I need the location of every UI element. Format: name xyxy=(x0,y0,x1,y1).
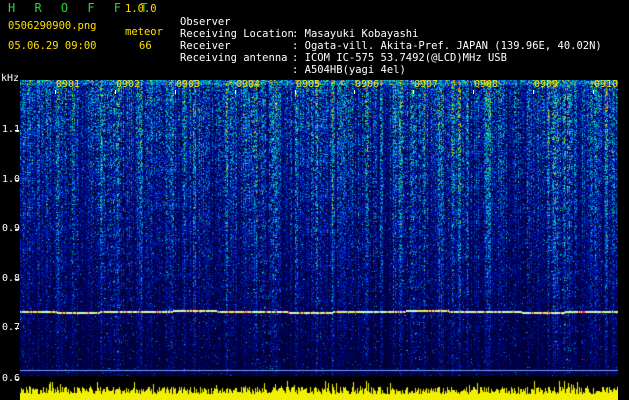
y-tick-mark xyxy=(15,180,19,181)
datetime-label: 05.06.29 09:00 xyxy=(8,40,97,52)
y-axis-unit: kHz xyxy=(1,73,20,84)
x-tick-label: 0910 xyxy=(594,79,619,90)
x-tick-mark xyxy=(235,90,236,94)
x-tick-label: 0908 xyxy=(474,79,499,90)
header-panel: H R O F F T 1.0.0 0506290900.png meteor … xyxy=(0,0,629,76)
y-tick-mark xyxy=(15,328,19,329)
info-key: Receiving antenna xyxy=(180,52,288,64)
x-tick-label: 0905 xyxy=(296,79,321,90)
mode-label: meteor xyxy=(125,26,163,38)
x-tick-label: 0902 xyxy=(116,79,141,90)
x-tick-label: 0909 xyxy=(534,79,559,90)
filename-label: 0506290900.png xyxy=(8,20,97,32)
x-tick-mark xyxy=(175,90,176,94)
x-tick-label: 0907 xyxy=(414,79,439,90)
x-tick-label: 0901 xyxy=(56,79,81,90)
y-tick-mark xyxy=(15,130,19,131)
info-row-location: Receiving Location : Ogata-vill. Akita-P… xyxy=(180,16,602,52)
version-label: 1.0.0 xyxy=(125,3,157,15)
x-tick-label: 0906 xyxy=(355,79,380,90)
count-label: 66 xyxy=(139,40,152,52)
y-tick-mark xyxy=(15,379,19,380)
x-tick-mark xyxy=(354,90,355,94)
spectrogram-canvas[interactable] xyxy=(20,80,618,400)
y-tick-mark xyxy=(15,279,19,280)
x-tick-mark xyxy=(593,90,594,94)
x-tick-mark xyxy=(533,90,534,94)
x-tick-mark xyxy=(115,90,116,94)
x-tick-mark xyxy=(413,90,414,94)
info-row-observer: Observer : Masayuki Kobayashi xyxy=(180,4,418,40)
info-value: : A504HB(yagi 4el) xyxy=(292,64,406,76)
info-value: : Ogata-vill. Akita-Pref. JAPAN (139.96E… xyxy=(292,40,602,52)
info-row-receiver: Receiver : ICOM IC-575 53.7492(@LCD)MHz … xyxy=(180,28,507,64)
x-tick-mark xyxy=(55,90,56,94)
x-tick-label: 0903 xyxy=(176,79,201,90)
info-value: : Masayuki Kobayashi xyxy=(292,28,419,40)
right-border xyxy=(618,80,629,400)
y-tick-mark xyxy=(15,229,19,230)
info-row-antenna: Receiving antenna : A504HB(yagi 4el) xyxy=(180,40,406,76)
info-value: : ICOM IC-575 53.7492(@LCD)MHz USB xyxy=(292,52,507,64)
x-tick-mark xyxy=(473,90,474,94)
x-tick-mark xyxy=(295,90,296,94)
x-tick-label: 0904 xyxy=(236,79,261,90)
